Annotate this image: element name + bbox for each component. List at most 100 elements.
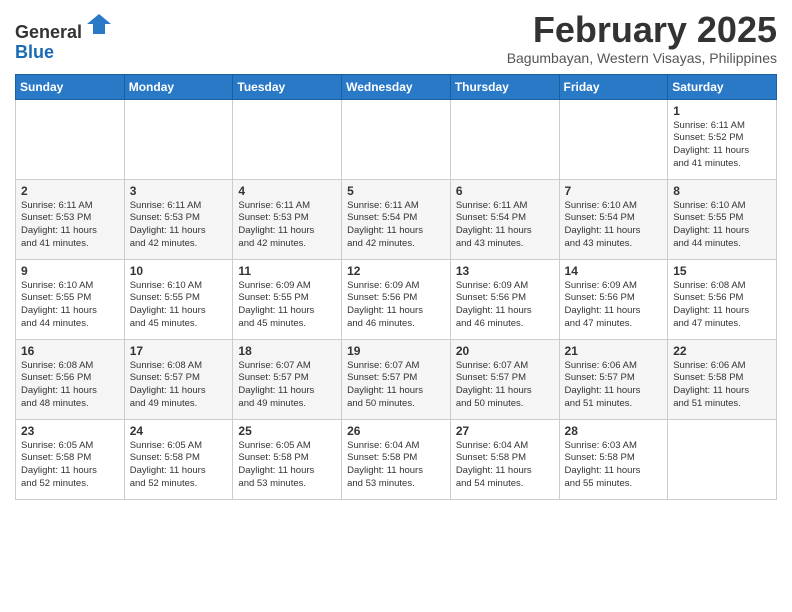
table-row: 4 Sunrise: 6:11 AM Sunset: 5:53 PM Daylig… — [233, 179, 342, 259]
table-row: 24 Sunrise: 6:05 AM Sunset: 5:58 PM Dayli… — [124, 419, 233, 499]
day-info: Sunrise: 6:06 AM Sunset: 5:58 PM Dayligh… — [673, 360, 771, 411]
day-number: 15 — [673, 264, 771, 278]
day-info: Sunrise: 6:08 AM Sunset: 5:56 PM Dayligh… — [673, 280, 771, 331]
table-row: 26 Sunrise: 6:04 AM Sunset: 5:58 PM Dayli… — [342, 419, 451, 499]
day-info: Sunrise: 6:03 AM Sunset: 5:58 PM Dayligh… — [565, 440, 663, 491]
day-info: Sunrise: 6:11 AM Sunset: 5:53 PM Dayligh… — [130, 200, 228, 251]
day-number: 17 — [130, 344, 228, 358]
day-info: Sunrise: 6:11 AM Sunset: 5:54 PM Dayligh… — [347, 200, 445, 251]
table-row: 2 Sunrise: 6:11 AM Sunset: 5:53 PM Daylig… — [16, 179, 125, 259]
day-info: Sunrise: 6:04 AM Sunset: 5:58 PM Dayligh… — [347, 440, 445, 491]
day-info: Sunrise: 6:05 AM Sunset: 5:58 PM Dayligh… — [21, 440, 119, 491]
table-row: 22 Sunrise: 6:06 AM Sunset: 5:58 PM Dayli… — [668, 339, 777, 419]
day-info: Sunrise: 6:05 AM Sunset: 5:58 PM Dayligh… — [130, 440, 228, 491]
day-info: Sunrise: 6:06 AM Sunset: 5:57 PM Dayligh… — [565, 360, 663, 411]
table-row: 8 Sunrise: 6:10 AM Sunset: 5:55 PM Daylig… — [668, 179, 777, 259]
title-area: February 2025 Bagumbayan, Western Visaya… — [507, 10, 777, 66]
day-info: Sunrise: 6:07 AM Sunset: 5:57 PM Dayligh… — [456, 360, 554, 411]
table-row: 5Sunrise: 6:11 AM Sunset: 5:54 PM Daylig… — [342, 179, 451, 259]
week-row-5: 23 Sunrise: 6:05 AM Sunset: 5:58 PM Dayli… — [16, 419, 777, 499]
weekday-header-sunday: Sunday — [16, 74, 125, 99]
table-row: 17 Sunrise: 6:08 AM Sunset: 5:57 PM Dayli… — [124, 339, 233, 419]
calendar-subtitle: Bagumbayan, Western Visayas, Philippines — [507, 50, 777, 66]
weekday-header-wednesday: Wednesday — [342, 74, 451, 99]
day-number: 1 — [673, 104, 771, 118]
calendar-table: SundayMondayTuesdayWednesdayThursdayFrid… — [15, 74, 777, 500]
day-number: 4 — [238, 184, 336, 198]
day-info: Sunrise: 6:08 AM Sunset: 5:57 PM Dayligh… — [130, 360, 228, 411]
day-info: Sunrise: 6:11 AM Sunset: 5:52 PM Dayligh… — [673, 120, 771, 171]
day-info: Sunrise: 6:11 AM Sunset: 5:54 PM Dayligh… — [456, 200, 554, 251]
day-number: 12 — [347, 264, 445, 278]
table-row: 3 Sunrise: 6:11 AM Sunset: 5:53 PM Daylig… — [124, 179, 233, 259]
logo-blue-text: Blue — [15, 42, 54, 62]
weekday-header-tuesday: Tuesday — [233, 74, 342, 99]
day-number: 10 — [130, 264, 228, 278]
day-info: Sunrise: 6:07 AM Sunset: 5:57 PM Dayligh… — [238, 360, 336, 411]
table-row — [342, 99, 451, 179]
day-info: Sunrise: 6:04 AM Sunset: 5:58 PM Dayligh… — [456, 440, 554, 491]
weekday-header-row: SundayMondayTuesdayWednesdayThursdayFrid… — [16, 74, 777, 99]
table-row: 14Sunrise: 6:09 AM Sunset: 5:56 PM Dayli… — [559, 259, 668, 339]
table-row — [668, 419, 777, 499]
day-info: Sunrise: 6:08 AM Sunset: 5:56 PM Dayligh… — [21, 360, 119, 411]
day-number: 22 — [673, 344, 771, 358]
day-number: 20 — [456, 344, 554, 358]
day-number: 3 — [130, 184, 228, 198]
day-info: Sunrise: 6:11 AM Sunset: 5:53 PM Dayligh… — [21, 200, 119, 251]
table-row: 18 Sunrise: 6:07 AM Sunset: 5:57 PM Dayli… — [233, 339, 342, 419]
table-row: 10 Sunrise: 6:10 AM Sunset: 5:55 PM Dayli… — [124, 259, 233, 339]
day-number: 8 — [673, 184, 771, 198]
day-number: 24 — [130, 424, 228, 438]
weekday-header-saturday: Saturday — [668, 74, 777, 99]
table-row: 27 Sunrise: 6:04 AM Sunset: 5:58 PM Dayli… — [450, 419, 559, 499]
day-number: 9 — [21, 264, 119, 278]
week-row-4: 16 Sunrise: 6:08 AM Sunset: 5:56 PM Dayli… — [16, 339, 777, 419]
weekday-header-thursday: Thursday — [450, 74, 559, 99]
day-info: Sunrise: 6:09 AM Sunset: 5:56 PM Dayligh… — [456, 280, 554, 331]
week-row-3: 9 Sunrise: 6:10 AM Sunset: 5:55 PM Daylig… — [16, 259, 777, 339]
table-row — [16, 99, 125, 179]
day-info: Sunrise: 6:10 AM Sunset: 5:55 PM Dayligh… — [21, 280, 119, 331]
table-row: 16 Sunrise: 6:08 AM Sunset: 5:56 PM Dayli… — [16, 339, 125, 419]
table-row — [559, 99, 668, 179]
logo-general-text: General — [15, 22, 82, 42]
week-row-1: 1 Sunrise: 6:11 AM Sunset: 5:52 PM Daylig… — [16, 99, 777, 179]
day-number: 23 — [21, 424, 119, 438]
table-row: 13 Sunrise: 6:09 AM Sunset: 5:56 PM Dayli… — [450, 259, 559, 339]
table-row: 1 Sunrise: 6:11 AM Sunset: 5:52 PM Daylig… — [668, 99, 777, 179]
day-number: 21 — [565, 344, 663, 358]
table-row — [233, 99, 342, 179]
table-row: 11Sunrise: 6:09 AM Sunset: 5:55 PM Dayli… — [233, 259, 342, 339]
weekday-header-friday: Friday — [559, 74, 668, 99]
day-info: Sunrise: 6:10 AM Sunset: 5:55 PM Dayligh… — [130, 280, 228, 331]
day-number: 16 — [21, 344, 119, 358]
table-row: 20 Sunrise: 6:07 AM Sunset: 5:57 PM Dayli… — [450, 339, 559, 419]
day-number: 11 — [238, 264, 336, 278]
table-row: 9 Sunrise: 6:10 AM Sunset: 5:55 PM Daylig… — [16, 259, 125, 339]
day-info: Sunrise: 6:10 AM Sunset: 5:54 PM Dayligh… — [565, 200, 663, 251]
calendar-title: February 2025 — [507, 10, 777, 50]
table-row: 6 Sunrise: 6:11 AM Sunset: 5:54 PM Daylig… — [450, 179, 559, 259]
week-row-2: 2 Sunrise: 6:11 AM Sunset: 5:53 PM Daylig… — [16, 179, 777, 259]
day-info: Sunrise: 6:05 AM Sunset: 5:58 PM Dayligh… — [238, 440, 336, 491]
day-number: 6 — [456, 184, 554, 198]
page-header: General Blue February 2025 Bagumbayan, W… — [15, 10, 777, 66]
day-number: 18 — [238, 344, 336, 358]
day-number: 19 — [347, 344, 445, 358]
day-info: Sunrise: 6:09 AM Sunset: 5:56 PM Dayligh… — [565, 280, 663, 331]
logo-icon — [85, 10, 113, 38]
day-info: Sunrise: 6:07 AM Sunset: 5:57 PM Dayligh… — [347, 360, 445, 411]
table-row: 21 Sunrise: 6:06 AM Sunset: 5:57 PM Dayli… — [559, 339, 668, 419]
day-info: Sunrise: 6:10 AM Sunset: 5:55 PM Dayligh… — [673, 200, 771, 251]
day-number: 7 — [565, 184, 663, 198]
weekday-header-monday: Monday — [124, 74, 233, 99]
day-info: Sunrise: 6:09 AM Sunset: 5:56 PM Dayligh… — [347, 280, 445, 331]
day-number: 26 — [347, 424, 445, 438]
day-number: 13 — [456, 264, 554, 278]
day-number: 25 — [238, 424, 336, 438]
table-row: 28Sunrise: 6:03 AM Sunset: 5:58 PM Dayli… — [559, 419, 668, 499]
day-info: Sunrise: 6:11 AM Sunset: 5:53 PM Dayligh… — [238, 200, 336, 251]
day-number: 2 — [21, 184, 119, 198]
day-number: 27 — [456, 424, 554, 438]
